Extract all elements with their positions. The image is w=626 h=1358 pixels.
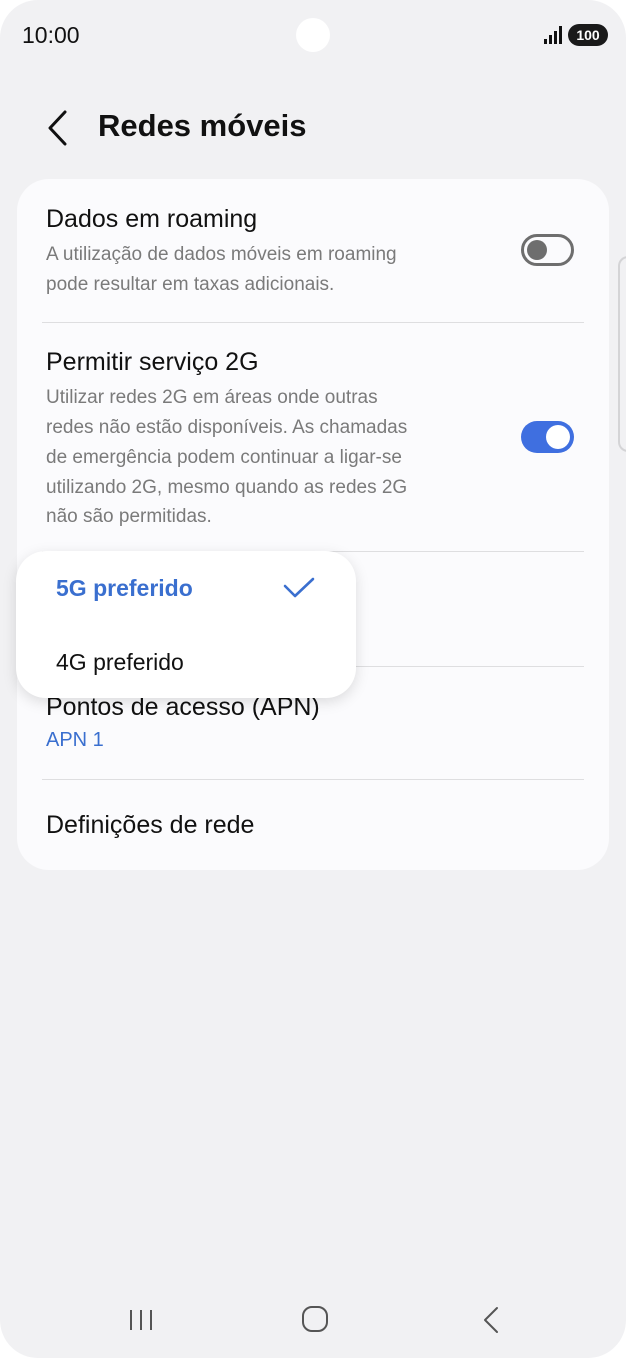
edge-panel-handle[interactable]	[618, 256, 626, 452]
chevron-left-icon[interactable]	[40, 106, 80, 150]
back-icon[interactable]	[480, 1305, 502, 1335]
roaming-title: Dados em roaming	[46, 205, 258, 233]
page-title: Redes móveis	[98, 108, 307, 143]
roaming-subtitle-line-2: pode resultar em taxas adicionais.	[46, 274, 335, 295]
option-5g-preferred[interactable]: 5G preferido	[56, 575, 193, 602]
allow-2g-subtitle-line-5: não são permitidas.	[46, 506, 212, 527]
roaming-subtitle-line-1: A utilização de dados móveis em roaming	[46, 244, 397, 265]
battery-level: 100	[576, 27, 600, 43]
status-time: 10:00	[22, 22, 80, 48]
network-settings-item[interactable]: Definições de rede	[46, 811, 254, 840]
roaming-toggle[interactable]	[521, 234, 574, 266]
home-icon[interactable]	[300, 1304, 330, 1334]
allow-2g-title: Permitir serviço 2G	[46, 348, 259, 376]
battery-icon: 100	[568, 24, 608, 46]
allow-2g-toggle[interactable]	[521, 421, 574, 453]
checkmark-icon	[283, 577, 315, 598]
signal-icon	[544, 26, 562, 44]
divider	[42, 322, 584, 323]
apn-value: APN 1	[46, 729, 104, 751]
camera-cutout	[296, 18, 330, 52]
network-mode-popup: 5G preferido 4G preferido	[16, 551, 356, 698]
recents-icon[interactable]	[126, 1306, 156, 1334]
allow-2g-subtitle-line-3: de emergência podem continuar a ligar-se	[46, 447, 402, 468]
option-4g-preferred[interactable]: 4G preferido	[56, 649, 184, 676]
allow-2g-subtitle-line-2: redes não estão disponíveis. As chamadas	[46, 417, 408, 438]
toggle-knob	[546, 425, 570, 449]
allow-2g-subtitle-line-1: Utilizar redes 2G em áreas onde outras	[46, 387, 378, 408]
allow-2g-subtitle-line-4: utilizando 2G, mesmo quando as redes 2G	[46, 477, 408, 498]
toggle-knob	[527, 240, 547, 260]
divider	[42, 779, 584, 780]
phone-screen: 10:00 100 Redes móveis Dados em roaming …	[0, 0, 626, 1358]
